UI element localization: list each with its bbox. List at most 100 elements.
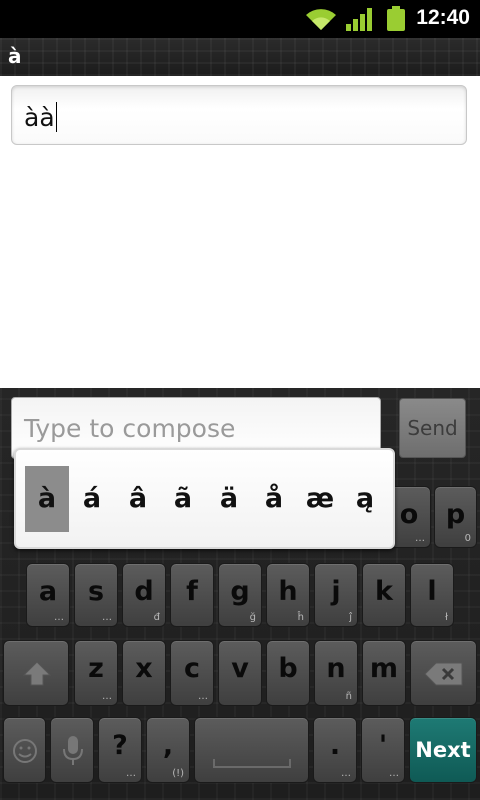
key-c[interactable]: c … — [170, 640, 214, 706]
key-d[interactable]: d đ — [122, 563, 166, 627]
compose-placeholder: Type to compose — [24, 414, 236, 443]
key-label: h — [278, 576, 298, 607]
text-input-value: àà — [24, 102, 57, 132]
key-apostrophe[interactable]: ' … — [361, 717, 405, 783]
key-hint: … — [341, 768, 351, 779]
key-hint: … — [102, 691, 112, 702]
key-label: l — [427, 576, 437, 607]
next-key[interactable]: Next — [409, 717, 477, 783]
send-button[interactable]: Send — [399, 398, 466, 458]
key-m[interactable]: m — [362, 640, 406, 706]
accent-char: ã — [173, 483, 193, 514]
key-label: d — [134, 576, 154, 607]
key-p[interactable]: p 0 — [434, 486, 477, 548]
text-input-text: àà — [24, 103, 55, 132]
key-hint: ñ — [345, 691, 352, 702]
accent-char: á — [82, 483, 102, 514]
accent-char: æ — [305, 483, 335, 514]
key-label: ' — [378, 730, 388, 761]
key-label: x — [135, 653, 153, 684]
shift-icon — [22, 661, 52, 686]
key-k[interactable]: k — [362, 563, 406, 627]
key-label: j — [331, 576, 341, 607]
title-bar: à — [0, 38, 480, 76]
key-label: b — [278, 653, 298, 684]
accent-char: å — [264, 483, 284, 514]
accent-option[interactable]: â — [116, 466, 160, 532]
key-label: n — [326, 653, 346, 684]
key-b[interactable]: b — [266, 640, 310, 706]
emoji-key[interactable] — [3, 717, 46, 783]
text-input[interactable]: àà — [11, 85, 467, 145]
key-hint: ğ — [249, 612, 256, 623]
key-n[interactable]: n ñ — [314, 640, 358, 706]
key-hint: … — [415, 533, 425, 544]
key-g[interactable]: g ğ — [218, 563, 262, 627]
key-label: z — [88, 653, 104, 684]
key-comma[interactable]: , (!) — [146, 717, 190, 783]
key-hint: 0 — [464, 533, 471, 544]
accent-option[interactable]: å — [252, 466, 296, 532]
key-hint: (!) — [172, 768, 184, 779]
text-cursor — [55, 102, 57, 132]
key-label: ? — [112, 730, 128, 761]
status-bar: 12:40 — [0, 0, 480, 38]
key-z[interactable]: z … — [74, 640, 118, 706]
accent-option[interactable]: æ — [298, 466, 342, 532]
key-s[interactable]: s … — [74, 563, 118, 627]
key-label: , — [162, 730, 174, 761]
microphone-icon — [63, 736, 83, 765]
key-hint: … — [126, 768, 136, 779]
key-hint: … — [102, 612, 112, 623]
accent-option[interactable]: ą — [343, 466, 387, 532]
accent-char: ą — [355, 483, 375, 514]
key-hint: ĵ — [349, 612, 352, 623]
key-hint: ł — [445, 612, 448, 623]
wifi-icon — [306, 9, 336, 30]
accent-option[interactable]: ã — [161, 466, 205, 532]
key-label: a — [38, 576, 58, 607]
key-hint: … — [389, 768, 399, 779]
backspace-icon — [424, 662, 463, 686]
page-title: à — [8, 44, 22, 68]
voice-input-key[interactable] — [50, 717, 94, 783]
accent-option[interactable]: ä — [207, 466, 251, 532]
key-label: s — [87, 576, 105, 607]
key-hint: … — [54, 612, 64, 623]
key-label: g — [230, 576, 250, 607]
key-label: f — [186, 576, 198, 607]
accent-char: â — [128, 483, 148, 514]
next-key-label: Next — [415, 738, 471, 762]
key-hint: ĥ — [297, 612, 304, 623]
key-j[interactable]: j ĵ — [314, 563, 358, 627]
status-time: 12:40 — [416, 6, 470, 29]
key-a[interactable]: a … — [26, 563, 70, 627]
space-icon — [213, 759, 291, 768]
key-hint: đ — [153, 612, 160, 623]
key-f[interactable]: f — [170, 563, 214, 627]
smiley-icon — [13, 739, 37, 763]
battery-icon — [387, 6, 405, 31]
key-x[interactable]: x — [122, 640, 166, 706]
key-h[interactable]: h ĥ — [266, 563, 310, 627]
accent-popup: à á â ã ä å æ ą — [14, 448, 395, 549]
key-label: c — [183, 653, 200, 684]
key-period[interactable]: . … — [313, 717, 357, 783]
key-label: m — [369, 653, 399, 684]
signal-icon — [346, 8, 372, 31]
key-label: v — [231, 653, 249, 684]
accent-char: à — [37, 483, 57, 514]
key-v[interactable]: v — [218, 640, 262, 706]
accent-option[interactable]: à — [25, 466, 69, 532]
space-key[interactable] — [194, 717, 309, 783]
accent-char: ä — [219, 483, 239, 514]
key-hint: … — [198, 691, 208, 702]
key-label: p — [445, 499, 466, 530]
shift-key[interactable] — [3, 640, 69, 706]
backspace-key[interactable] — [410, 640, 477, 706]
key-l[interactable]: l ł — [410, 563, 454, 627]
key-label: k — [375, 576, 393, 607]
key-label: . — [329, 730, 341, 761]
accent-option[interactable]: á — [70, 466, 114, 532]
key-question[interactable]: ? … — [98, 717, 142, 783]
